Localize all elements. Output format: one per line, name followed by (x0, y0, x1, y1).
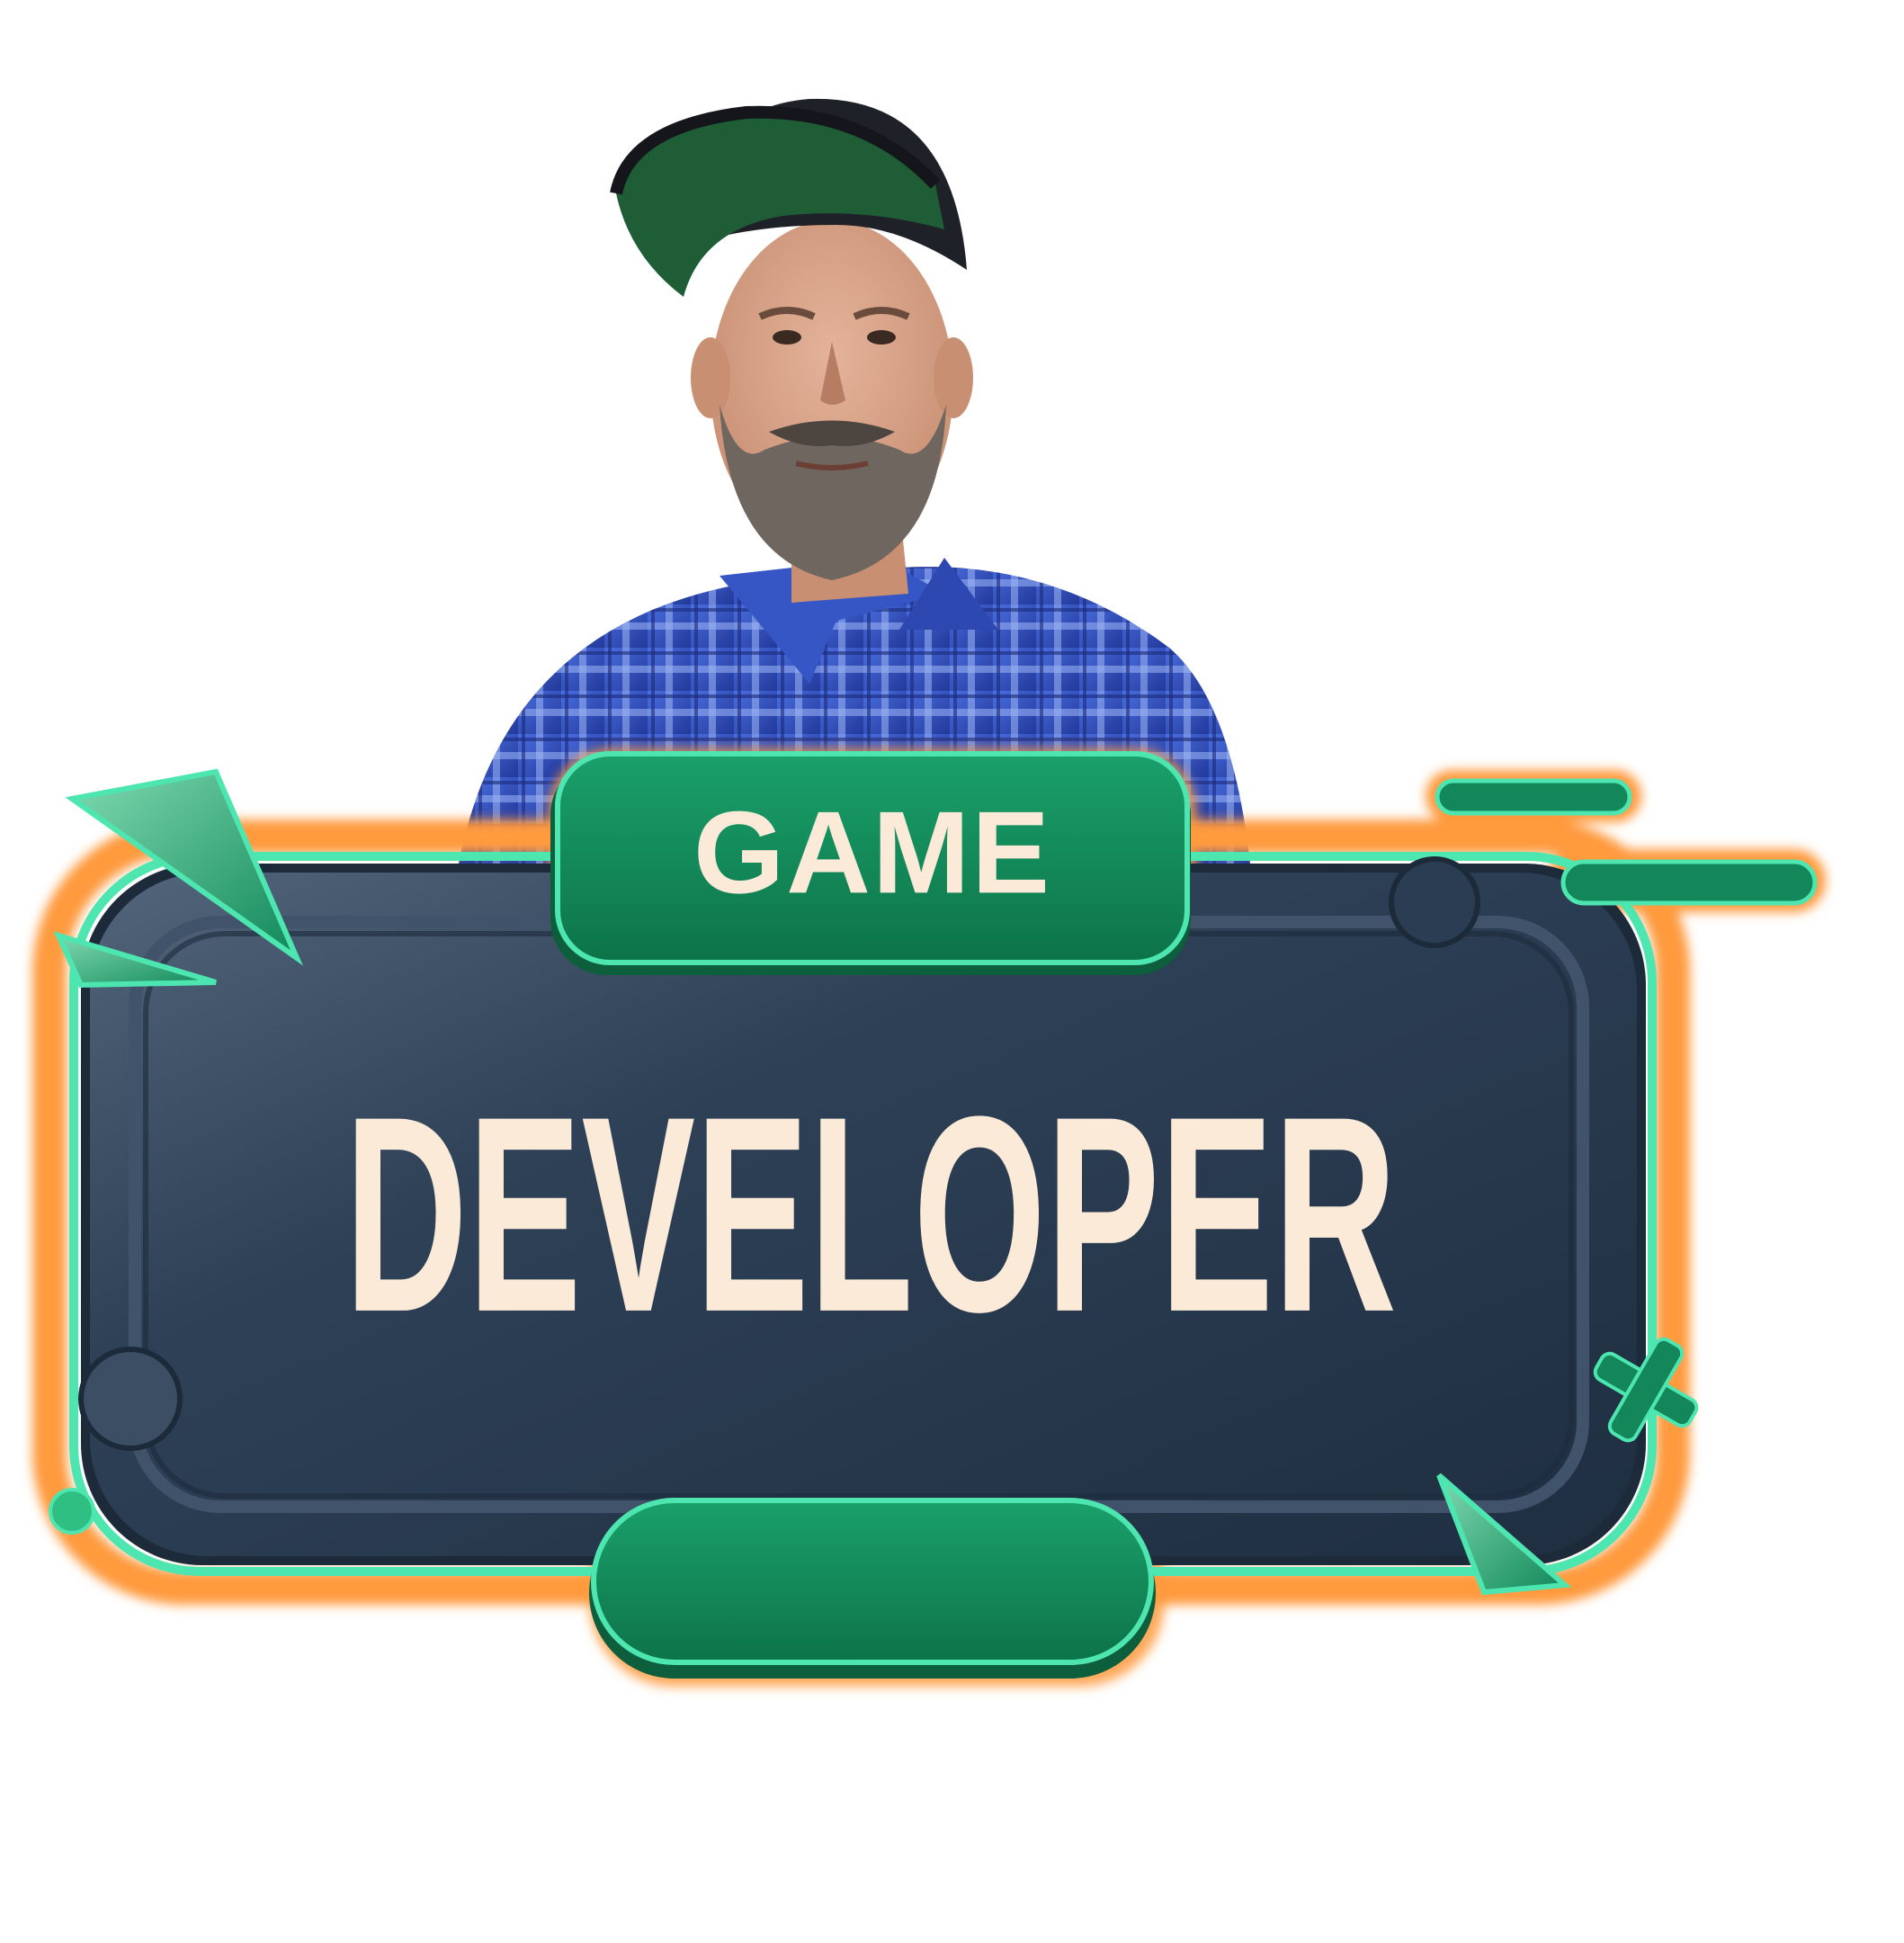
circle-dot-icon (49, 1488, 95, 1535)
circle-dot-icon (1389, 856, 1480, 948)
ear-right (934, 337, 973, 418)
dash-bar-icon (1435, 778, 1632, 816)
dash-bar-icon (1560, 859, 1818, 906)
bottom-label-pill (589, 1498, 1156, 1679)
ear-left (691, 337, 730, 418)
main-label-text: DEVELOPER (344, 1058, 1397, 1370)
circle-dot-icon (78, 1347, 183, 1451)
eye-right (867, 330, 896, 345)
eye-left (773, 330, 801, 345)
top-label-pill: GAME (550, 751, 1191, 975)
top-label-text: GAME (693, 786, 1051, 918)
game-developer-badge-graphic: GAME DEVELOPER (32, 98, 1826, 1687)
